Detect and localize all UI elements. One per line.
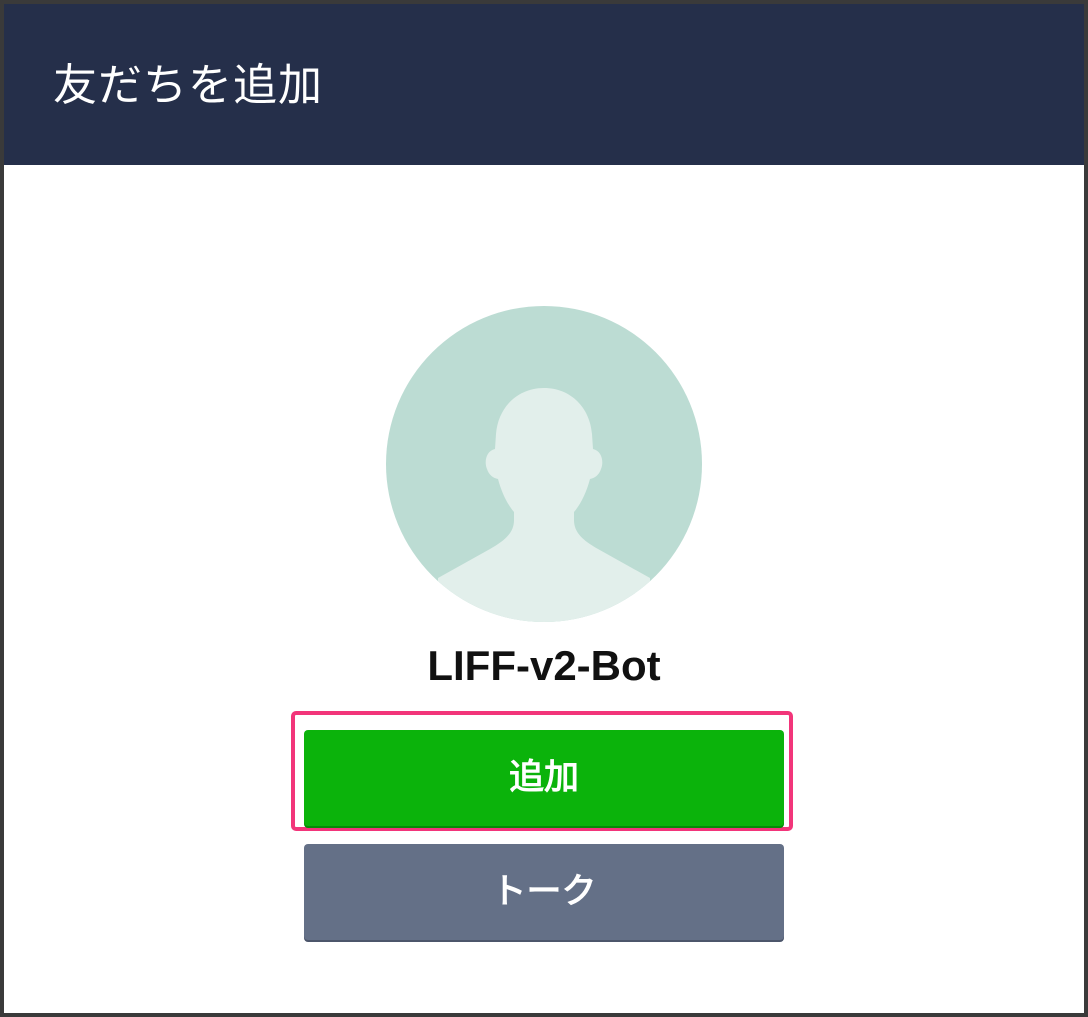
add-friend-screen: 友だちを追加 LIFF-v2-Bot 追加 トーク xyxy=(4,4,1084,1013)
talk-button[interactable]: トーク xyxy=(304,844,784,940)
bot-name: LIFF-v2-Bot xyxy=(427,642,661,689)
default-person-avatar-icon xyxy=(386,306,702,622)
header-bar: 友だちを追加 xyxy=(4,4,1084,165)
add-friend-button[interactable]: 追加 xyxy=(304,730,784,826)
page-title: 友だちを追加 xyxy=(53,60,323,111)
